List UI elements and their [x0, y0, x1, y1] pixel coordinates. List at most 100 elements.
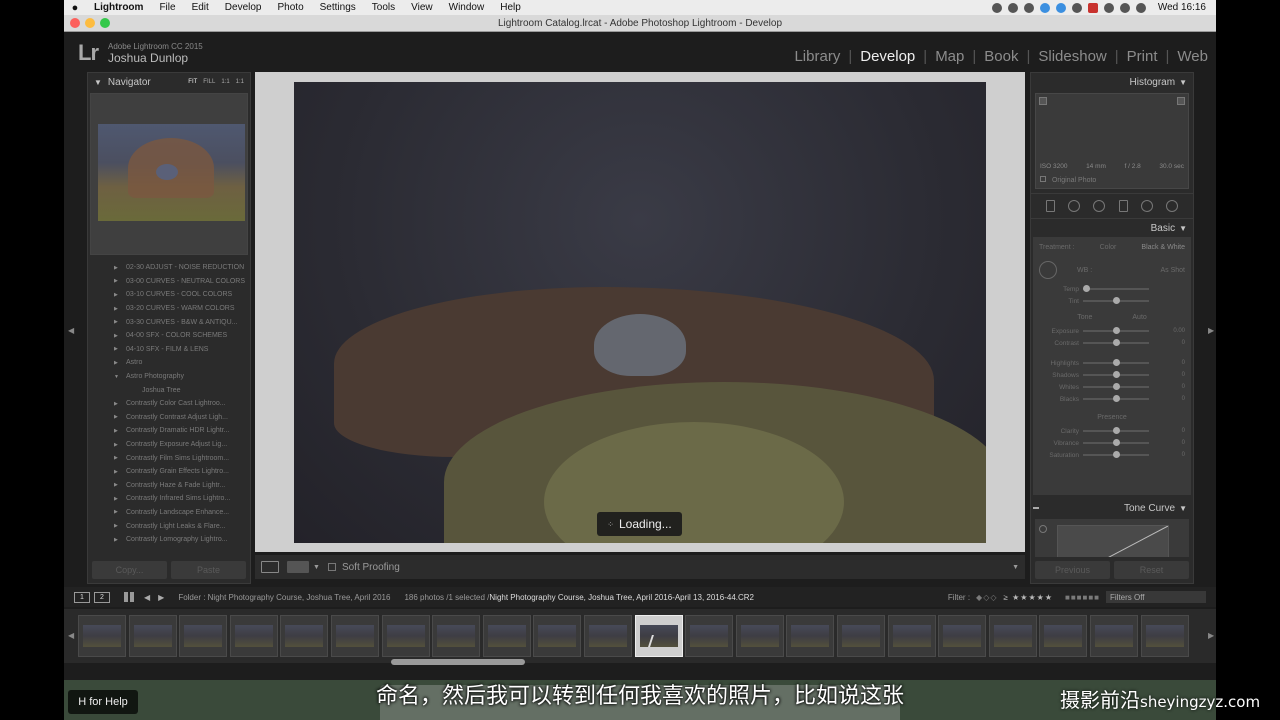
triangle-right-icon[interactable]: ▶ — [114, 469, 118, 475]
flag-filter-icon[interactable]: ◆◇◇ — [976, 593, 997, 602]
triangle-right-icon[interactable]: ▶ — [114, 292, 118, 298]
triangle-right-icon[interactable]: ▶ — [114, 455, 118, 461]
preset-folder[interactable]: ▶ 03-10 CURVES - COOL COLORS — [88, 288, 250, 302]
filmstrip-thumbnail[interactable] — [128, 615, 177, 657]
zoom-window-icon[interactable] — [100, 18, 110, 28]
filmstrip-thumbnail[interactable] — [786, 615, 835, 657]
module-develop[interactable]: Develop — [852, 48, 923, 65]
highlight-clipping-icon[interactable] — [1177, 97, 1185, 105]
preset-folder[interactable]: ▶ Contrastly Dramatic HDR Lightr... — [88, 424, 250, 438]
copy-button[interactable]: Copy... — [92, 561, 167, 579]
filmstrip-scrollbar[interactable] — [391, 659, 525, 665]
photo-preview[interactable]: ⁘ Loading... — [294, 82, 986, 543]
filmstrip-thumbnail[interactable] — [584, 615, 632, 657]
treatment-color[interactable]: Color — [1100, 244, 1117, 251]
histogram[interactable]: ISO 3200 14 mm f / 2.8 30.0 sec Original… — [1035, 93, 1189, 189]
contrast-slider[interactable]: Contrast 0 — [1033, 337, 1191, 349]
toolbar-menu-icon[interactable]: ▼ — [1012, 564, 1019, 571]
shadows-slider[interactable]: Shadows 0 — [1033, 369, 1191, 381]
highlights-slider[interactable]: Highlights 0 — [1033, 357, 1191, 369]
triangle-right-icon[interactable]: ▶ — [114, 523, 118, 529]
preset-folder[interactable]: ▶ Contrastly Infrared Sims Lightro... — [88, 492, 250, 506]
filmstrip-thumbnail[interactable] — [280, 615, 329, 657]
blacks-slider[interactable]: Blacks 0 — [1033, 393, 1191, 405]
zoom-fit[interactable]: FIT — [188, 79, 197, 85]
status-icon[interactable] — [1023, 2, 1034, 13]
previous-button[interactable]: Previous — [1035, 561, 1110, 579]
filmstrip-thumbnail[interactable] — [533, 615, 582, 657]
triangle-right-icon[interactable]: ▶ — [114, 537, 118, 543]
main-window-button[interactable]: 1 — [74, 591, 90, 603]
record-icon[interactable] — [1087, 2, 1098, 13]
status-icon[interactable] — [1007, 2, 1018, 13]
reset-button[interactable]: Reset — [1114, 561, 1189, 579]
adjustment-brush-icon[interactable] — [1166, 200, 1179, 212]
preset-folder[interactable]: ▶ Contrastly Film Sims Lightroom... — [88, 451, 250, 465]
preset-folder[interactable]: ▶ Contrastly Haze & Fade Lightr... — [88, 479, 250, 493]
menu-help[interactable]: Help — [492, 2, 529, 13]
preset-folder[interactable]: ▶ 03-30 CURVES - B&W & ANTIQU... — [88, 315, 250, 329]
menu-settings[interactable]: Settings — [312, 2, 364, 13]
collapse-triangle-icon[interactable]: ▼ — [1179, 224, 1187, 233]
menu-edit[interactable]: Edit — [184, 2, 217, 13]
battery-icon[interactable] — [1135, 2, 1146, 13]
triangle-right-icon[interactable]: ▶ — [114, 333, 118, 339]
grid-view-icon[interactable] — [124, 592, 134, 602]
module-book[interactable]: Book — [976, 48, 1026, 65]
filmstrip-thumbnail[interactable] — [1090, 615, 1138, 657]
preset-folder[interactable]: ▶ Contrastly Lomography Lightro... — [88, 533, 250, 547]
menu-tools[interactable]: Tools — [364, 2, 403, 13]
preset-folder[interactable]: ▶ 04-10 SFX - FILM & LENS — [88, 343, 250, 357]
module-web[interactable]: Web — [1169, 48, 1216, 65]
triangle-right-icon[interactable]: ▶ — [114, 442, 118, 448]
shadow-clipping-icon[interactable] — [1039, 97, 1047, 105]
vibrance-slider[interactable]: Vibrance 0 — [1033, 437, 1191, 449]
menu-view[interactable]: View — [403, 2, 441, 13]
status-icon[interactable] — [1071, 2, 1082, 13]
menu-app[interactable]: Lightroom — [86, 2, 151, 13]
triangle-right-icon[interactable]: ▶ — [114, 428, 118, 434]
collapse-triangle-icon[interactable]: ▼ — [1179, 504, 1187, 513]
menu-file[interactable]: File — [151, 2, 183, 13]
filmstrip-thumbnail[interactable] — [179, 615, 228, 657]
folder-path[interactable]: Folder : Night Photography Course, Joshu… — [178, 593, 390, 602]
preset-folder[interactable]: ▼ Astro Photography — [88, 370, 250, 384]
menu-develop[interactable]: Develop — [217, 2, 270, 13]
eyedropper-icon[interactable] — [1039, 261, 1057, 279]
spot-removal-icon[interactable] — [1067, 200, 1080, 212]
graduated-filter-icon[interactable] — [1118, 200, 1128, 212]
wifi-icon[interactable] — [1119, 2, 1130, 13]
temp-slider[interactable]: Temp — [1033, 283, 1191, 295]
filmstrip-thumbnail[interactable] — [988, 615, 1037, 657]
navigator-header[interactable]: ▼ Navigator FIT FILL 1:1 1:1 — [88, 73, 250, 91]
crop-tool-icon[interactable] — [1045, 200, 1055, 212]
histogram-header[interactable]: Histogram ▼ — [1031, 73, 1193, 91]
paste-button[interactable]: Paste — [171, 561, 246, 579]
back-arrow-icon[interactable]: ◀ — [144, 593, 150, 602]
triangle-right-icon[interactable]: ▶ — [114, 265, 118, 271]
filmstrip-thumbnail[interactable] — [938, 615, 987, 657]
close-window-icon[interactable] — [70, 18, 80, 28]
filmstrip-thumbnail[interactable] — [229, 615, 278, 657]
zoom-custom[interactable]: 1:1 — [236, 79, 244, 85]
preset-folder[interactable]: ▶ Contrastly Exposure Adjust Lig... — [88, 438, 250, 452]
cloud-icon[interactable] — [1055, 2, 1066, 13]
filmstrip-thumbnail[interactable] — [887, 615, 936, 657]
status-icon[interactable] — [1103, 2, 1114, 13]
module-slideshow[interactable]: Slideshow — [1030, 48, 1114, 65]
filmstrip-right-icon[interactable]: ▶ — [1208, 631, 1214, 640]
module-print[interactable]: Print — [1119, 48, 1166, 65]
filmstrip-thumbnail[interactable] — [685, 615, 734, 657]
triangle-right-icon[interactable]: ▶ — [114, 360, 118, 366]
filmstrip-thumbnail[interactable] — [1140, 615, 1189, 657]
preset-folder[interactable]: ▶ 04-00 SFX - COLOR SCHEMES — [88, 329, 250, 343]
preset-folder[interactable]: Joshua Tree — [88, 383, 250, 397]
color-filter-icon[interactable]: ■■■■■■ — [1065, 593, 1100, 602]
menu-window[interactable]: Window — [441, 2, 493, 13]
triangle-right-icon[interactable]: ▶ — [114, 496, 118, 502]
apple-menu-icon[interactable]: ● — [64, 2, 86, 14]
wb-dropdown[interactable]: As Shot — [1160, 267, 1185, 274]
preset-folder[interactable]: ▶ Contrastly Contrast Adjust Ligh... — [88, 411, 250, 425]
target-adjust-icon[interactable] — [1039, 525, 1047, 533]
selected-file-name[interactable]: Night Photography Course, Joshua Tree, A… — [489, 593, 754, 602]
